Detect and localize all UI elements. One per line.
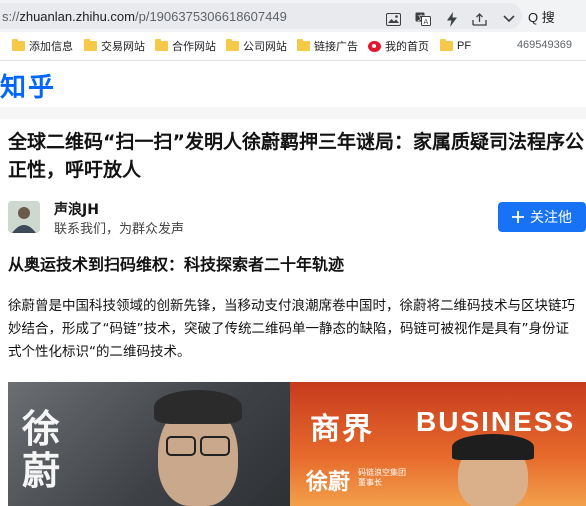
plus-icon — [512, 211, 524, 223]
section-heading: 从奥运技术到扫码维权：科技探索者二十年轨迹 — [8, 255, 345, 274]
bookmark-item[interactable]: 链接广告 — [297, 38, 358, 54]
caption-name: 徐蔚 — [306, 470, 351, 495]
bookmarks-right-text: 469549369 — [516, 39, 572, 51]
bookmark-label: 添加信息 — [29, 41, 73, 53]
address-bar[interactable]: s://zhuanlan.zhihu.com/p/190637530661860… — [0, 3, 522, 29]
svg-text:A: A — [424, 18, 429, 26]
author-description: 联系我们，为群众发声 — [54, 222, 185, 237]
bookmark-label: 我的首页 — [385, 41, 429, 53]
site-header: 知乎 — [0, 61, 586, 107]
article-title: 全球二维码“扫一扫”发明人徐蔚羁押三年谜局：家属质疑司法程序公正性，呼吁放人 — [8, 131, 584, 181]
author-name[interactable]: 声浪JH — [54, 199, 99, 219]
bookmark-item[interactable]: PF — [440, 38, 471, 54]
bookmarks-bar: 添加信息 交易网站 合作网站 公司网站 链接广告 我的首页 PF 4695493… — [0, 32, 586, 61]
folder-icon — [440, 39, 453, 51]
glasses-icon — [200, 436, 230, 456]
zhihu-logo[interactable]: 知乎 — [0, 67, 56, 104]
folder-icon — [155, 39, 168, 51]
share-icon[interactable] — [470, 10, 488, 28]
bookmark-item[interactable]: 我的首页 — [368, 38, 429, 54]
translate-icon[interactable]: 文A — [414, 10, 432, 28]
weibo-icon — [368, 40, 381, 52]
bookmark-label: 公司网站 — [243, 41, 287, 53]
folder-icon — [12, 39, 25, 51]
magazine-logo-en: BUSINESS — [416, 406, 576, 437]
bookmark-label: 交易网站 — [101, 41, 145, 53]
url-scheme: s:// — [2, 9, 20, 24]
folder-icon — [297, 39, 310, 51]
calligraphy-text: 徐蔚 — [22, 406, 61, 493]
image-icon[interactable] — [384, 10, 402, 28]
avatar[interactable] — [8, 201, 40, 233]
article-image[interactable]: 徐蔚 商界 BUSINESS 徐蔚 码链浪空集团 董事长 — [8, 382, 586, 506]
search-button-label: Q 搜 — [528, 9, 555, 25]
url-text[interactable]: s://zhuanlan.zhihu.com/p/190637530661860… — [2, 9, 287, 24]
caption-subtitle: 码链浪空集团 董事长 — [358, 468, 406, 488]
bookmark-item[interactable]: 合作网站 — [155, 38, 216, 54]
bookmark-label: 链接广告 — [314, 41, 358, 53]
bookmark-label: PF — [457, 40, 472, 52]
folder-icon — [84, 39, 97, 51]
bookmark-label: 合作网站 — [172, 41, 216, 53]
chevron-down-icon[interactable] — [500, 10, 518, 28]
folder-icon — [226, 39, 239, 51]
search-button[interactable]: Q 搜 — [528, 6, 555, 26]
follow-button-label: 关注他 — [530, 209, 572, 225]
magazine-logo-cn: 商界 — [310, 412, 374, 447]
url-path: /p/1906375306618607449 — [134, 9, 287, 24]
bookmark-item[interactable]: 添加信息 — [12, 38, 73, 54]
caption-subtitle-line: 董事长 — [358, 478, 382, 487]
bookmark-item[interactable]: 交易网站 — [84, 38, 145, 54]
image-left-panel: 徐蔚 — [8, 382, 290, 506]
lightning-icon[interactable] — [443, 10, 461, 28]
browser-toolbar: s://zhuanlan.zhihu.com/p/190637530661860… — [0, 0, 586, 32]
article-paragraph: 徐蔚曾是中国科技领域的创新先锋，当移动支付浪潮席卷中国时，徐蔚将二维码技术与区块… — [8, 298, 575, 360]
header-divider — [0, 107, 586, 119]
portrait-hair — [154, 390, 242, 424]
caption-subtitle-line: 码链浪空集团 — [358, 468, 406, 477]
glasses-icon — [166, 436, 196, 456]
bookmark-item[interactable]: 公司网站 — [226, 38, 287, 54]
follow-button[interactable]: 关注他 — [498, 202, 586, 232]
url-host: zhuanlan.zhihu.com — [19, 9, 135, 24]
